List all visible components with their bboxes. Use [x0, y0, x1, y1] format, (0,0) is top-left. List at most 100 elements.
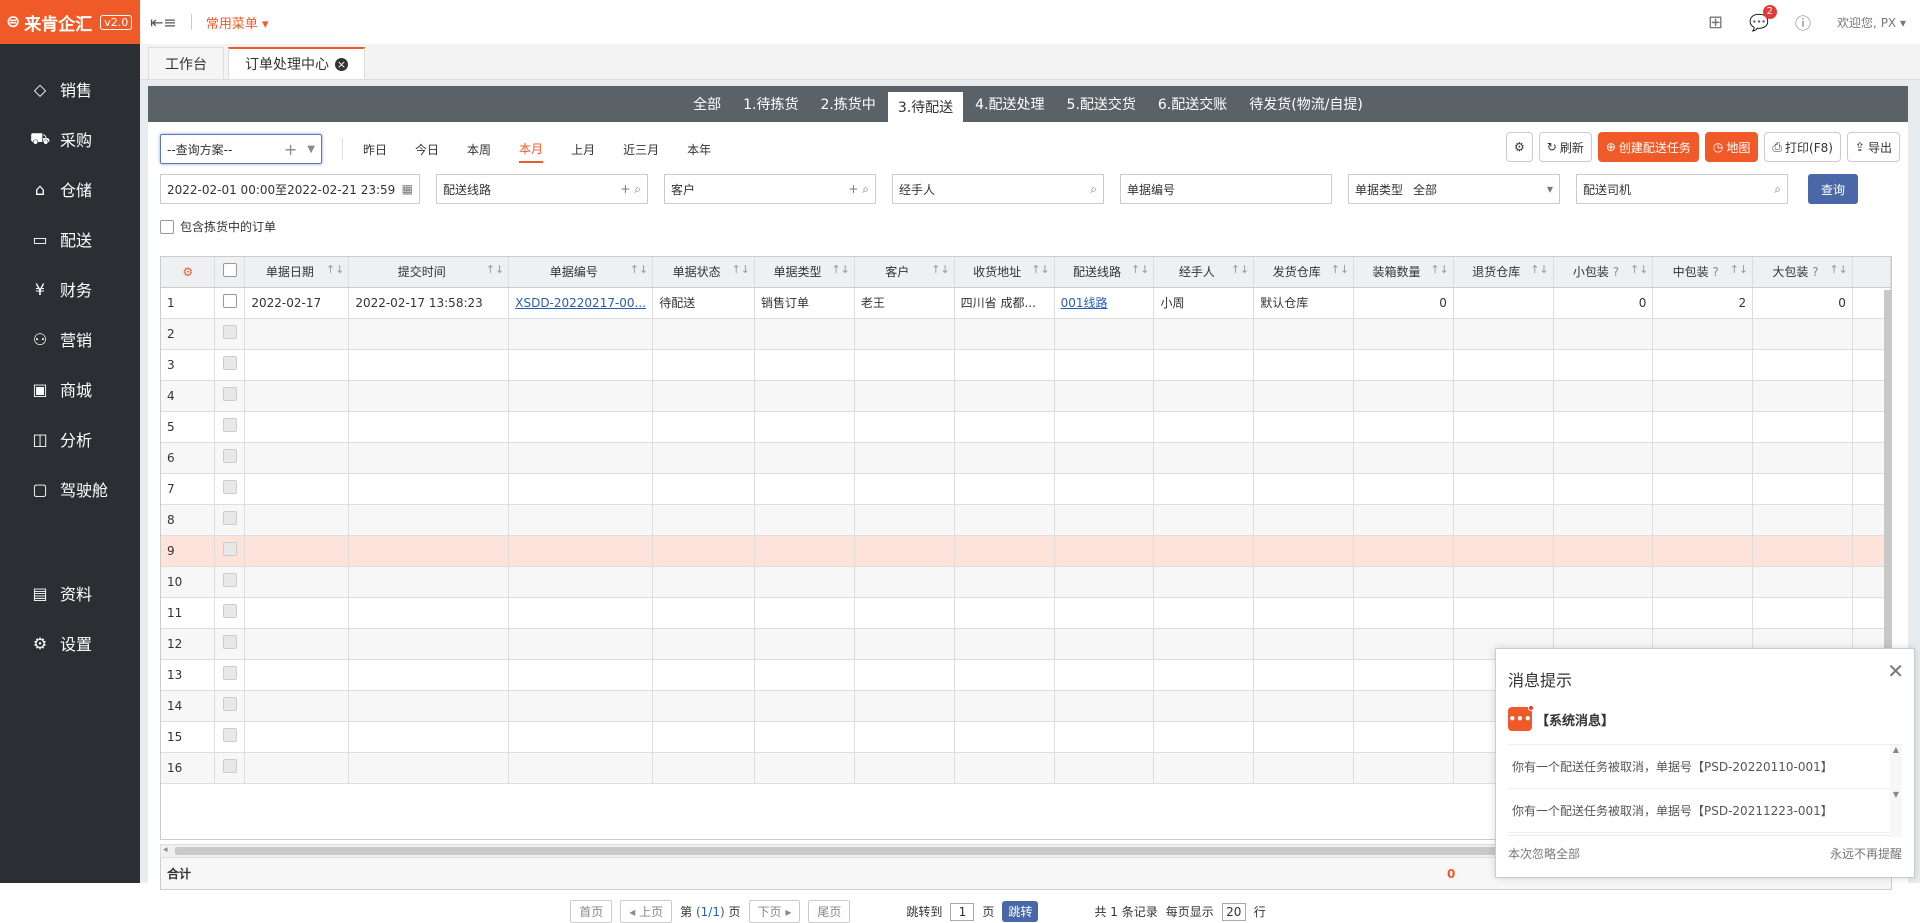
- scroll-left-icon[interactable]: ◂: [163, 845, 168, 855]
- row-checkbox[interactable]: [223, 387, 237, 401]
- query-scheme-select[interactable]: --查询方案--+▼: [160, 134, 322, 164]
- status-tab-pending-shipment[interactable]: 待发货(物流/自提): [1239, 86, 1373, 122]
- table-row[interactable]: 6: [161, 442, 1891, 473]
- help-icon[interactable]: ?: [1712, 265, 1718, 279]
- col-header-type[interactable]: 单据类型↑↓: [755, 257, 855, 287]
- chevron-down-icon[interactable]: ▾: [1547, 182, 1553, 196]
- customer-input[interactable]: 客户+ ⌕: [664, 174, 876, 204]
- jump-button[interactable]: 跳转: [1002, 901, 1038, 922]
- sort-icon[interactable]: ↑↓: [1630, 263, 1648, 276]
- refresh-button[interactable]: ↻刷新: [1539, 132, 1592, 162]
- period-this-month[interactable]: 本月: [519, 136, 543, 163]
- user-menu[interactable]: 欢迎您, PX ▾: [1837, 14, 1906, 31]
- sort-icon[interactable]: ↑↓: [1331, 263, 1349, 276]
- row-checkbox[interactable]: [223, 294, 237, 308]
- first-page-button[interactable]: 首页: [570, 900, 612, 923]
- period-yesterday[interactable]: 昨日: [363, 137, 387, 162]
- row-checkbox-cell[interactable]: [215, 597, 245, 628]
- search-icon[interactable]: ⌕: [1090, 182, 1097, 197]
- row-checkbox-cell[interactable]: [215, 349, 245, 380]
- status-tab-delivery-processing[interactable]: 4.配送处理: [965, 86, 1054, 122]
- per-page-input[interactable]: 20: [1222, 903, 1246, 921]
- column-settings-button[interactable]: ⚙: [1506, 132, 1533, 162]
- select-all-checkbox[interactable]: [215, 257, 245, 287]
- help-icon[interactable]: ?: [1613, 265, 1619, 279]
- col-header-handler[interactable]: 经手人↑↓: [1154, 257, 1254, 287]
- grid-settings-icon[interactable]: ⚙: [161, 257, 215, 287]
- table-row[interactable]: 10: [161, 566, 1891, 597]
- message-item[interactable]: 你有一个配送任务被取消，单据号【PSD-20211223-001】: [1508, 789, 1902, 833]
- period-last-3-months[interactable]: 近三月: [623, 137, 659, 162]
- sort-icon[interactable]: ↑↓: [1430, 263, 1448, 276]
- row-checkbox[interactable]: [223, 325, 237, 339]
- row-checkbox-cell[interactable]: [215, 473, 245, 504]
- status-tab-delivery-settlement[interactable]: 6.配送交账: [1148, 86, 1237, 122]
- next-page-button[interactable]: 下页 ▸: [749, 900, 801, 923]
- row-checkbox-cell[interactable]: [215, 566, 245, 597]
- chevron-down-icon[interactable]: ▼: [307, 144, 315, 155]
- col-header-route[interactable]: 配送线路↑↓: [1054, 257, 1154, 287]
- row-checkbox[interactable]: [223, 759, 237, 773]
- app-logo[interactable]: ⊜ 来肯企汇 v2.0: [0, 0, 140, 44]
- sidebar-item-mall[interactable]: ▣商城: [0, 364, 140, 414]
- close-icon[interactable]: ×: [335, 58, 348, 71]
- sort-icon[interactable]: ↑↓: [1730, 263, 1748, 276]
- apps-grid-icon[interactable]: ⊞: [1708, 12, 1723, 33]
- col-header-boxes[interactable]: 装箱数量↑↓: [1354, 257, 1454, 287]
- plus-icon[interactable]: +: [284, 140, 297, 159]
- sort-icon[interactable]: ↑↓: [1530, 263, 1548, 276]
- period-this-year[interactable]: 本年: [687, 137, 711, 162]
- status-tab-delivery-handover[interactable]: 5.配送交货: [1057, 86, 1146, 122]
- row-checkbox-cell[interactable]: [215, 411, 245, 442]
- status-tab-to-deliver[interactable]: 3.待配送: [888, 92, 963, 122]
- doc-number-link[interactable]: XSDD-20220217-00...: [515, 296, 646, 310]
- row-checkbox-cell[interactable]: [215, 628, 245, 659]
- sort-icon[interactable]: ↑↓: [1131, 263, 1149, 276]
- never-remind-link[interactable]: 永远不再提醒: [1830, 845, 1902, 862]
- table-row[interactable]: 8: [161, 504, 1891, 535]
- plus-search-icon[interactable]: + ⌕: [848, 182, 869, 197]
- help-icon[interactable]: ⓘ: [1795, 10, 1811, 34]
- close-icon[interactable]: ✕: [1887, 659, 1904, 683]
- handler-input[interactable]: 经手人⌕: [892, 174, 1104, 204]
- search-icon[interactable]: ⌕: [1774, 182, 1781, 197]
- help-icon[interactable]: ?: [1812, 265, 1818, 279]
- row-checkbox[interactable]: [223, 604, 237, 618]
- table-row[interactable]: 3: [161, 349, 1891, 380]
- row-checkbox[interactable]: [223, 697, 237, 711]
- scrollbar-thumb[interactable]: [175, 847, 1575, 855]
- sidebar-item-finance[interactable]: ¥财务: [0, 264, 140, 314]
- sort-icon[interactable]: ↑↓: [831, 263, 849, 276]
- sidebar-item-data[interactable]: ▤资料: [0, 568, 140, 618]
- row-checkbox[interactable]: [223, 418, 237, 432]
- date-range-input[interactable]: 2022-02-01 00:00至2022-02-21 23:59▦: [160, 174, 420, 204]
- row-checkbox-cell[interactable]: [215, 318, 245, 349]
- sort-icon[interactable]: ↑↓: [326, 263, 344, 276]
- col-header-date[interactable]: 单据日期↑↓: [245, 257, 349, 287]
- row-checkbox-cell[interactable]: [215, 752, 245, 783]
- sidebar-item-sales[interactable]: ◇销售: [0, 64, 140, 114]
- sort-icon[interactable]: ↑↓: [1829, 263, 1847, 276]
- col-header-small-pack[interactable]: 小包装 ?↑↓: [1553, 257, 1653, 287]
- status-tab-all[interactable]: 全部: [683, 86, 731, 122]
- message-icon[interactable]: 💬2: [1749, 13, 1769, 32]
- status-tab-picking[interactable]: 2.拣货中: [810, 86, 885, 122]
- col-header-address[interactable]: 收货地址↑↓: [954, 257, 1054, 287]
- sort-icon[interactable]: ↑↓: [931, 263, 949, 276]
- table-row[interactable]: 2: [161, 318, 1891, 349]
- table-row[interactable]: 11: [161, 597, 1891, 628]
- route-link[interactable]: 001线路: [1061, 296, 1108, 310]
- row-checkbox-cell[interactable]: [215, 721, 245, 752]
- row-checkbox-cell[interactable]: [215, 690, 245, 721]
- tab-workbench[interactable]: 工作台: [148, 47, 224, 79]
- col-header-large-pack[interactable]: 大包装 ?↑↓: [1753, 257, 1853, 287]
- row-checkbox-cell[interactable]: [215, 504, 245, 535]
- row-checkbox[interactable]: [223, 511, 237, 525]
- sidebar-item-delivery[interactable]: ▭配送: [0, 214, 140, 264]
- row-checkbox[interactable]: [223, 635, 237, 649]
- calendar-icon[interactable]: ▦: [402, 182, 413, 196]
- sort-icon[interactable]: ↑↓: [630, 263, 648, 276]
- col-header-submit-time[interactable]: 提交时间↑↓: [349, 257, 509, 287]
- message-scrollbar[interactable]: ▲▼: [1890, 745, 1902, 837]
- status-tab-to-pick[interactable]: 1.待拣货: [733, 86, 808, 122]
